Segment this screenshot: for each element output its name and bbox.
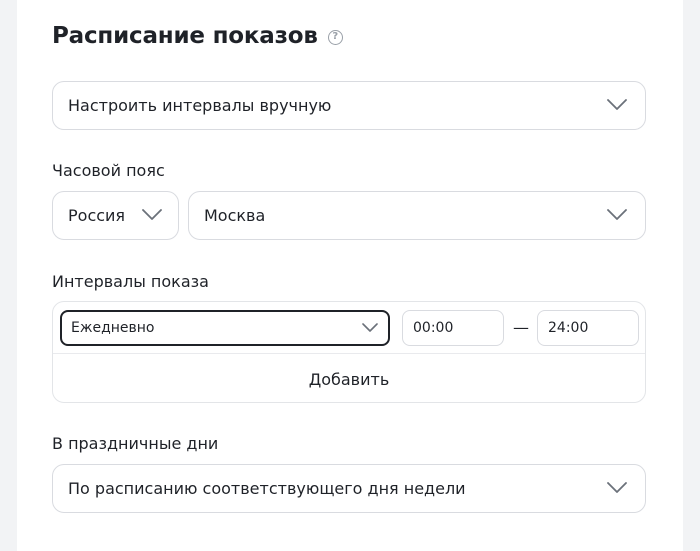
intervals-label: Интервалы показа	[52, 272, 209, 291]
country-select[interactable]: Россия	[52, 191, 179, 240]
schedule-mode-value: Настроить интервалы вручную	[68, 96, 332, 115]
city-value: Москва	[204, 206, 266, 225]
timezone-label: Часовой пояс	[52, 161, 165, 180]
chevron-down-icon	[362, 323, 378, 332]
intervals-box: Ежедневно 00:00 — 24:00 Добавить	[52, 301, 646, 403]
chevron-down-icon	[607, 481, 627, 493]
days-select[interactable]: Ежедневно	[60, 310, 390, 346]
page-title: Расписание показов	[52, 23, 318, 49]
days-value: Ежедневно	[71, 320, 155, 336]
schedule-mode-select[interactable]: Настроить интервалы вручную	[52, 81, 646, 130]
city-select[interactable]: Москва	[188, 191, 646, 240]
time-to-value: 24:00	[548, 320, 589, 336]
add-interval-button[interactable]: Добавить	[53, 354, 645, 404]
title-row: Расписание показов ?	[52, 18, 343, 54]
time-to-input[interactable]: 24:00	[537, 310, 639, 346]
holidays-select[interactable]: По расписанию соответствующего дня недел…	[52, 464, 646, 513]
time-from-value: 00:00	[413, 320, 454, 336]
holidays-value: По расписанию соответствующего дня недел…	[68, 479, 466, 498]
chevron-down-icon	[607, 98, 627, 110]
schedule-card: Расписание показов ? Настроить интервалы…	[17, 0, 683, 551]
help-icon[interactable]: ?	[327, 30, 343, 45]
holidays-label: В праздничные дни	[52, 434, 219, 453]
country-value: Россия	[68, 206, 126, 225]
time-from-input[interactable]: 00:00	[402, 310, 504, 346]
chevron-down-icon	[607, 208, 627, 220]
time-range-separator: —	[513, 318, 529, 337]
chevron-down-icon	[142, 208, 162, 220]
